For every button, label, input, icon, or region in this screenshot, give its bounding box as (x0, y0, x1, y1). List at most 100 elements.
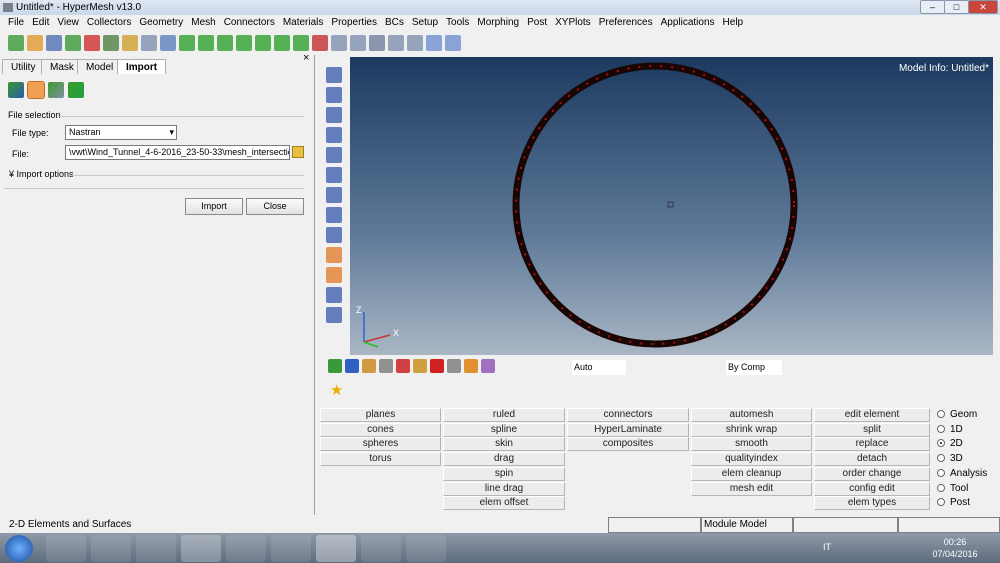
panel-button-shrink-wrap[interactable]: shrink wrap (691, 422, 812, 437)
import-solver-icon[interactable] (8, 82, 24, 98)
menu-edit[interactable]: Edit (28, 15, 53, 31)
panel-button-drag[interactable]: drag (443, 452, 565, 467)
panel-button-elem-cleanup[interactable]: elem cleanup (691, 466, 812, 481)
view-tool-icon-6[interactable] (326, 167, 342, 183)
toolbar-icon-19[interactable] (350, 35, 366, 51)
panel-button-automesh[interactable]: automesh (691, 408, 812, 422)
menu-post[interactable]: Post (523, 15, 551, 31)
vis-tool-icon-1[interactable] (328, 359, 342, 373)
vis-tool-icon-3[interactable] (362, 359, 376, 373)
taskbar-paint-icon[interactable] (406, 535, 446, 562)
graphics-viewport[interactable]: Z X Model Info: Untitled* (350, 57, 993, 355)
menu-applications[interactable]: Applications (657, 15, 719, 31)
panel-button-mesh-edit[interactable]: mesh edit (691, 481, 812, 496)
toolbar-icon-11[interactable] (198, 35, 214, 51)
panel-button-spin[interactable]: spin (443, 466, 565, 481)
toolbar-icon-14[interactable] (255, 35, 271, 51)
view-tool-icon-8[interactable] (326, 207, 342, 223)
view-tool-icon-7[interactable] (326, 187, 342, 203)
import-geometry-icon[interactable] (48, 82, 64, 98)
tab-import[interactable]: Import (117, 59, 167, 74)
import-options-toggle[interactable]: ¥ Import options (9, 169, 74, 179)
menu-view[interactable]: View (53, 15, 83, 31)
import-connectors-icon[interactable] (68, 82, 84, 98)
panel-button-order-change[interactable]: order change (814, 466, 930, 481)
toolbar-icon-24[interactable] (445, 35, 461, 51)
menu-file[interactable]: File (4, 15, 28, 31)
taskbar-solidworks-icon[interactable] (271, 535, 311, 562)
menu-setup[interactable]: Setup (408, 15, 442, 31)
taskbar-hypermesh-icon[interactable] (316, 535, 356, 562)
menu-tools[interactable]: Tools (442, 15, 473, 31)
toolbar-icon-18[interactable] (331, 35, 347, 51)
panel-close-icon[interactable]: × (303, 52, 309, 64)
panel-button-replace[interactable]: replace (814, 437, 930, 452)
menu-properties[interactable]: Properties (327, 15, 381, 31)
radio-analysis[interactable]: Analysis (937, 467, 987, 481)
tab-utility[interactable]: Utility (2, 59, 45, 74)
toolbar-icon-6[interactable] (103, 35, 119, 51)
view-tool-icon-10[interactable] (326, 247, 342, 263)
toolbar-icon-20[interactable] (369, 35, 385, 51)
radio-post[interactable]: Post (937, 496, 970, 510)
panel-button-cones[interactable]: cones (320, 422, 441, 437)
taskbar-matlab-icon[interactable] (226, 535, 266, 562)
toolbar-icon-17[interactable] (312, 35, 328, 51)
view-tool-icon-13[interactable] (326, 307, 342, 323)
toolbar-icon-15[interactable] (274, 35, 290, 51)
taskbar-chrome-icon[interactable] (181, 535, 221, 562)
radio-button-icon[interactable] (937, 468, 945, 477)
toolbar-icon-9[interactable] (160, 35, 176, 51)
taskbar-explorer-icon[interactable] (91, 535, 131, 562)
view-tool-icon-2[interactable] (326, 87, 342, 103)
toolbar-icon-8[interactable] (141, 35, 157, 51)
close-panel-button[interactable]: Close (246, 198, 304, 215)
radio-2d[interactable]: 2D (937, 437, 963, 451)
vis-tool-icon-6[interactable] (413, 359, 427, 373)
toolbar-icon-22[interactable] (407, 35, 423, 51)
panel-button-torus[interactable]: torus (320, 452, 441, 467)
panel-button-spheres[interactable]: spheres (320, 437, 441, 452)
tab-model[interactable]: Model (77, 59, 123, 74)
menu-connectors[interactable]: Connectors (220, 15, 279, 31)
menu-xyplots[interactable]: XYPlots (551, 15, 595, 31)
taskbar-altair-icon[interactable] (361, 535, 401, 562)
toolbar-icon-23[interactable] (426, 35, 442, 51)
minimize-button[interactable]: – (920, 0, 945, 14)
panel-button-detach[interactable]: detach (814, 452, 930, 467)
panel-button-qualityindex[interactable]: qualityindex (691, 452, 812, 467)
toolbar-icon-5[interactable] (84, 35, 100, 51)
panel-button-ruled[interactable]: ruled (443, 408, 565, 422)
taskbar-media-icon[interactable] (136, 535, 176, 562)
vis-tool-icon-5[interactable] (396, 359, 410, 373)
menu-bcs[interactable]: BCs (381, 15, 408, 31)
file-input[interactable]: \vwt\Wind_Tunnel_4-6-2016_23-50-33\mesh_… (65, 145, 290, 160)
toolbar-icon-10[interactable] (179, 35, 195, 51)
clock-date[interactable]: 07/04/2016 (932, 549, 978, 559)
panel-button-elem-types[interactable]: elem types (814, 496, 930, 511)
panel-button-smooth[interactable]: smooth (691, 437, 812, 452)
panel-button-connectors[interactable]: connectors (567, 408, 689, 422)
toolbar-icon-12[interactable] (217, 35, 233, 51)
panel-button-elem-offset[interactable]: elem offset (443, 496, 565, 511)
radio-button-icon[interactable] (937, 483, 945, 492)
view-tool-icon-12[interactable] (326, 287, 342, 303)
view-tool-icon-3[interactable] (326, 107, 342, 123)
toolbar-icon-1[interactable] (8, 35, 24, 51)
vis-tool-icon-9[interactable] (464, 359, 478, 373)
toolbar-icon-13[interactable] (236, 35, 252, 51)
view-tool-icon-5[interactable] (326, 147, 342, 163)
import-model-icon[interactable] (27, 81, 45, 99)
radio-button-icon[interactable] (937, 424, 945, 433)
radio-button-icon[interactable] (937, 439, 945, 448)
vis-tool-icon-10[interactable] (481, 359, 495, 373)
menu-morphing[interactable]: Morphing (473, 15, 523, 31)
radio-button-icon[interactable] (937, 410, 945, 418)
view-tool-icon-1[interactable] (326, 67, 342, 83)
taskbar-ie-icon[interactable] (46, 535, 86, 562)
radio-button-icon[interactable] (937, 454, 945, 463)
radio-button-icon[interactable] (937, 498, 945, 507)
file-type-select[interactable]: Nastran ▾ (65, 125, 177, 140)
vis-tool-icon-8[interactable] (447, 359, 461, 373)
view-tool-icon-4[interactable] (326, 127, 342, 143)
